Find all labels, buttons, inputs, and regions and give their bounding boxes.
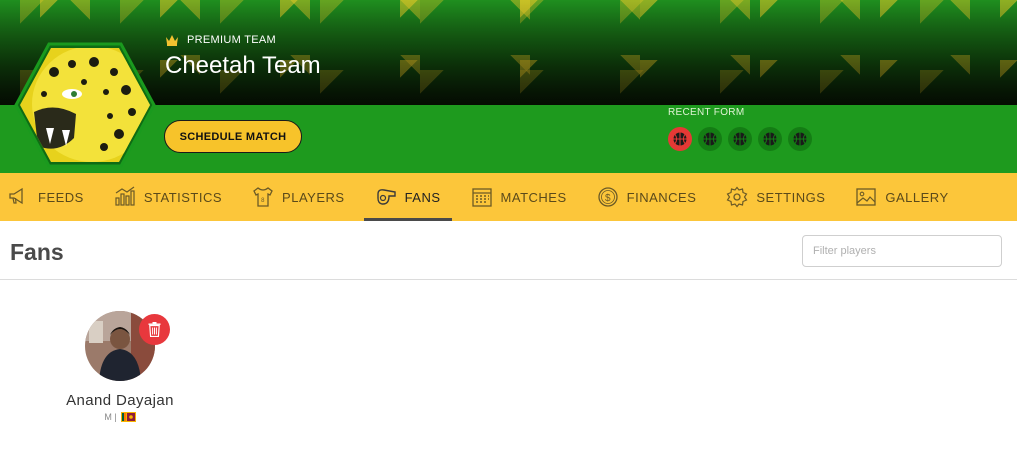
bar-chart-icon bbox=[114, 186, 136, 208]
tab-settings[interactable]: SETTINGS bbox=[715, 173, 836, 221]
tab-finances[interactable]: $ FINANCES bbox=[586, 173, 708, 221]
fan-gender: M | bbox=[104, 412, 117, 422]
basketball-icon bbox=[793, 132, 807, 146]
image-icon bbox=[855, 186, 877, 208]
filter-players-input[interactable] bbox=[802, 235, 1002, 267]
recent-form: RECENT FORM bbox=[668, 107, 812, 151]
jersey-icon: 8 bbox=[252, 186, 274, 208]
tab-label: STATISTICS bbox=[143, 189, 223, 205]
trash-icon bbox=[148, 322, 161, 337]
form-result-win bbox=[698, 127, 722, 151]
fan-name[interactable]: Anand Dayajan bbox=[50, 392, 190, 409]
basketball-icon bbox=[673, 132, 687, 146]
team-header: PREMIUM TEAM Cheetah Team SCHEDULE MATCH… bbox=[0, 0, 1017, 173]
section-header: Fans bbox=[0, 221, 1017, 280]
team-name: Cheetah Team bbox=[165, 52, 321, 79]
gear-icon bbox=[726, 186, 748, 208]
recent-form-results bbox=[668, 127, 812, 151]
tab-players[interactable]: 8 PLAYERS bbox=[241, 173, 356, 221]
tab-label: FEEDS bbox=[38, 189, 84, 205]
premium-label: PREMIUM TEAM bbox=[187, 34, 276, 46]
recent-form-label: RECENT FORM bbox=[668, 107, 745, 118]
tab-label: FINANCES bbox=[626, 189, 697, 205]
dollar-coin-icon: $ bbox=[597, 186, 619, 208]
svg-text:$: $ bbox=[605, 193, 611, 204]
form-result-win bbox=[728, 127, 752, 151]
tab-fans[interactable]: FANS bbox=[363, 173, 452, 221]
page-title: Fans bbox=[10, 239, 64, 265]
tab-matches[interactable]: MATCHES bbox=[460, 173, 578, 221]
basketball-icon bbox=[703, 132, 717, 146]
form-result-loss bbox=[668, 127, 692, 151]
tab-label: GALLERY bbox=[885, 189, 949, 205]
basketball-icon bbox=[733, 132, 747, 146]
fan-card[interactable]: Anand Dayajan M | bbox=[50, 308, 190, 422]
basketball-icon bbox=[763, 132, 777, 146]
calendar-icon bbox=[471, 186, 493, 208]
tab-label: PLAYERS bbox=[282, 189, 345, 205]
tab-feeds[interactable]: FEEDS bbox=[0, 173, 95, 221]
delete-fan-button[interactable] bbox=[139, 314, 170, 345]
tab-statistics[interactable]: STATISTICS bbox=[103, 173, 233, 221]
tab-gallery[interactable]: GALLERY bbox=[844, 173, 959, 221]
form-result-win bbox=[758, 127, 782, 151]
tab-label: MATCHES bbox=[500, 189, 567, 205]
form-result-win bbox=[788, 127, 812, 151]
tab-label: SETTINGS bbox=[756, 189, 826, 205]
premium-badge: PREMIUM TEAM bbox=[165, 34, 276, 46]
megaphone-icon bbox=[8, 186, 30, 208]
tab-label: FANS bbox=[404, 189, 441, 205]
sri-lanka-flag-icon bbox=[120, 412, 136, 422]
team-logo bbox=[14, 42, 156, 168]
whistle-icon bbox=[375, 186, 397, 208]
schedule-match-button[interactable]: SCHEDULE MATCH bbox=[164, 120, 302, 153]
crown-icon bbox=[166, 35, 178, 46]
fan-meta: M | bbox=[50, 412, 190, 422]
team-nav: FEEDS STATISTICS 8 PLAYERS FANS MATCHES $ FINAN… bbox=[0, 173, 1017, 221]
svg-text:8: 8 bbox=[261, 198, 265, 204]
